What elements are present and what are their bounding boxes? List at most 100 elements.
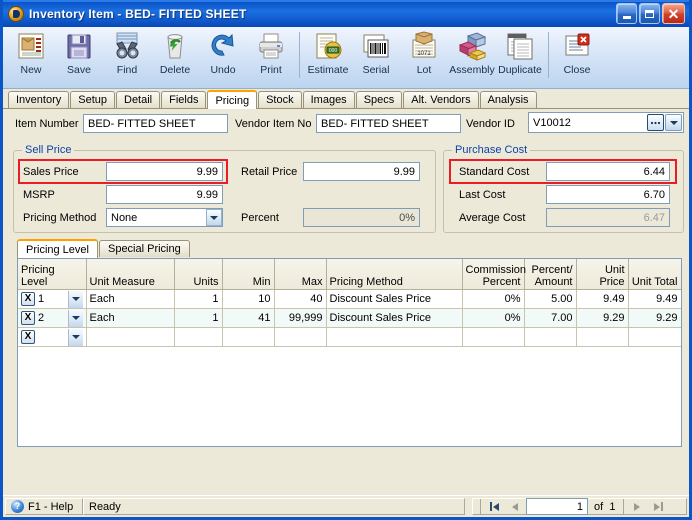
toolbar-label-lot: Lot [416, 64, 432, 76]
toolbar-button-serial[interactable]: Serial [352, 30, 400, 82]
vendor-item-no-input[interactable]: BED- FITTED SHEET [316, 114, 461, 133]
subtab-pricing-level[interactable]: Pricing Level [17, 239, 98, 258]
cell-pricing-method[interactable] [326, 327, 463, 347]
minimize-button[interactable] [616, 3, 637, 24]
previous-record-button[interactable] [505, 498, 525, 515]
cell-unit-measure[interactable]: Each [86, 289, 175, 309]
cell-commission-percent[interactable]: 0% [462, 289, 525, 309]
delete-row-icon[interactable]: X [21, 292, 35, 306]
row-dropdown-button[interactable] [67, 290, 83, 308]
toolbar-button-assembly[interactable]: Assembly [448, 30, 496, 82]
cell-pricing-level[interactable]: X [18, 327, 87, 347]
toolbar-button-save[interactable]: Save [55, 30, 103, 82]
tab-alt-vendors[interactable]: Alt. Vendors [403, 91, 479, 108]
vendor-id-combo[interactable]: V10012 [528, 112, 684, 133]
col-percent-amount[interactable]: Percent/ Amount [524, 259, 577, 290]
first-record-button[interactable] [484, 498, 504, 515]
next-record-button[interactable] [627, 498, 647, 515]
toolbar-button-new[interactable]: New [7, 30, 55, 82]
close-button[interactable]: ✕ [662, 3, 685, 24]
trash-recycle-icon [159, 31, 191, 62]
pricing-method-select[interactable]: None [106, 208, 223, 227]
cell-min[interactable]: 41 [222, 308, 275, 328]
tab-fields[interactable]: Fields [161, 91, 207, 108]
cell-pricing-level[interactable]: X 2 [18, 308, 87, 328]
subtab-special-pricing[interactable]: Special Pricing [98, 240, 190, 257]
toolbar-button-undo[interactable]: Undo [199, 30, 247, 82]
row-dropdown-button[interactable] [67, 328, 83, 346]
cell-max[interactable]: 40 [274, 289, 327, 309]
tab-specs[interactable]: Specs [355, 91, 403, 108]
col-unit-total[interactable]: Unit Total [628, 259, 681, 290]
main-tab-strip: Inventory Setup Detail Fields Pricing St… [3, 89, 689, 109]
cell-unit-total[interactable] [628, 327, 681, 347]
title-bar: Inventory Item - BED- FITTED SHEET ✕ [3, 0, 689, 27]
col-commission-percent[interactable]: Commission Percent [462, 259, 526, 290]
percent-value: 0% [303, 208, 420, 227]
retail-price-input[interactable]: 9.99 [303, 162, 420, 181]
maximize-button[interactable] [639, 3, 660, 24]
vendor-lookup-button[interactable] [647, 114, 664, 131]
cell-units[interactable] [174, 327, 223, 347]
help-status-cell[interactable]: ? F1 - Help [5, 498, 83, 515]
col-min[interactable]: Min [222, 259, 275, 290]
cell-commission-percent[interactable] [462, 327, 525, 347]
col-max[interactable]: Max [274, 259, 327, 290]
row-dropdown-button[interactable] [67, 309, 83, 327]
toolbar-button-estimate[interactable]: 000 Estimate [304, 30, 352, 82]
last-cost-input[interactable]: 6.70 [546, 185, 670, 204]
cell-unit-total[interactable]: 9.29 [628, 308, 681, 328]
col-pricing-method[interactable]: Pricing Method [326, 259, 463, 290]
msrp-input[interactable]: 9.99 [106, 185, 223, 204]
table-row[interactable]: X 1 Each 1 10 40 Discount Sales Price 0%… [18, 289, 681, 309]
toolbar-button-lot[interactable]: 1071 Lot [400, 30, 448, 82]
last-record-button[interactable] [648, 498, 668, 515]
cell-percent-amount[interactable] [524, 327, 577, 347]
delete-row-icon[interactable]: X [21, 311, 35, 325]
cell-pricing-method[interactable]: Discount Sales Price [326, 289, 463, 309]
cell-percent-amount[interactable]: 5.00 [524, 289, 577, 309]
delete-row-icon[interactable]: X [21, 330, 35, 344]
cell-pricing-method[interactable]: Discount Sales Price [326, 308, 463, 328]
cell-max[interactable] [274, 327, 327, 347]
col-unit-price[interactable]: Unit Price [576, 259, 629, 290]
inventory-item-window: Inventory Item - BED- FITTED SHEET ✕ New… [0, 0, 692, 520]
cell-unit-measure[interactable] [86, 327, 175, 347]
cell-min[interactable]: 10 [222, 289, 275, 309]
toolbar-button-duplicate[interactable]: Duplicate [496, 30, 544, 82]
tab-inventory[interactable]: Inventory [8, 91, 70, 108]
col-units[interactable]: Units [174, 259, 223, 290]
tab-stock[interactable]: Stock [258, 91, 302, 108]
cell-percent-amount[interactable]: 7.00 [524, 308, 577, 328]
item-number-input[interactable]: BED- FITTED SHEET [83, 114, 228, 133]
tab-pricing[interactable]: Pricing [207, 90, 258, 109]
cell-max[interactable]: 99,999 [274, 308, 327, 328]
pricing-level-grid[interactable]: Pricing Level Unit Measure Units Min Max… [17, 258, 682, 447]
cell-units[interactable]: 1 [174, 308, 223, 328]
cell-units[interactable]: 1 [174, 289, 223, 309]
col-unit-measure[interactable]: Unit Measure [86, 259, 175, 290]
tab-setup[interactable]: Setup [70, 91, 115, 108]
pricing-method-dropdown-button[interactable] [206, 209, 222, 226]
cell-unit-price[interactable]: 9.49 [576, 289, 629, 309]
vendor-id-dropdown-button[interactable] [665, 114, 682, 131]
table-row[interactable]: X [18, 327, 681, 347]
cell-min[interactable] [222, 327, 275, 347]
tab-images[interactable]: Images [302, 91, 355, 108]
cell-unit-measure[interactable]: Each [86, 308, 175, 328]
tab-analysis[interactable]: Analysis [479, 91, 537, 108]
cell-unit-price[interactable] [576, 327, 629, 347]
toolbar-label-serial: Serial [362, 64, 390, 76]
cell-unit-total[interactable]: 9.49 [628, 289, 681, 309]
cell-unit-price[interactable]: 9.29 [576, 308, 629, 328]
toolbar-button-delete[interactable]: Delete [151, 30, 199, 82]
tab-detail[interactable]: Detail [116, 91, 161, 108]
cell-commission-percent[interactable]: 0% [462, 308, 525, 328]
record-number-input[interactable]: 1 [526, 498, 588, 515]
toolbar-button-find[interactable]: Find [103, 30, 151, 82]
col-pricing-level[interactable]: Pricing Level [18, 259, 87, 290]
cell-pricing-level[interactable]: X 1 [18, 289, 87, 309]
toolbar-button-print[interactable]: Print [247, 30, 295, 82]
table-row[interactable]: X 2 Each 1 41 99,999 Discount Sales Pric… [18, 308, 681, 328]
toolbar-button-close[interactable]: Close [553, 30, 601, 82]
